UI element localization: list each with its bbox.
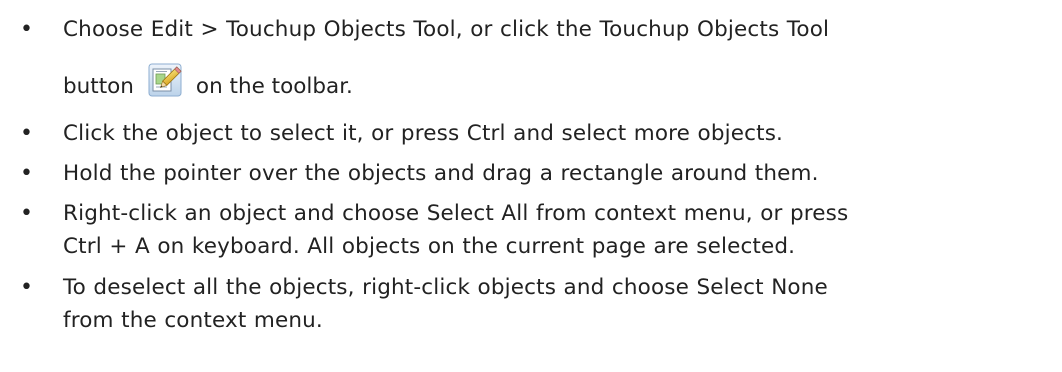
list-item-line: from the context menu.	[63, 308, 323, 333]
list-item-line: Right-click an object and choose Select …	[63, 201, 849, 226]
list-item-text: Click the object to select it, or press …	[63, 117, 1053, 150]
list-item-line: Hold the pointer over the objects and dr…	[63, 161, 819, 186]
tool-line-suffix: on the toolbar.	[195, 74, 353, 99]
list-item-text: Hold the pointer over the objects and dr…	[63, 157, 1053, 190]
bullet: •	[20, 201, 33, 226]
tool-line-prefix: button	[63, 74, 134, 99]
list-item-line: Click the object to select it, or press …	[63, 121, 784, 146]
bullet: •	[20, 275, 33, 300]
bullet: •	[20, 121, 33, 146]
list-item-line: Choose Edit > Touchup Objects Tool, or c…	[63, 17, 830, 42]
list-item-text: Choose Edit > Touchup Objects Tool, or c…	[63, 13, 1053, 46]
bullet: •	[20, 161, 33, 186]
instruction-list: • Choose Edit > Touchup Objects Tool, or…	[0, 0, 1062, 372]
list-item-line: To deselect all the objects, right-click…	[63, 275, 828, 300]
list-item-text: To deselect all the objects, right-click…	[63, 271, 1053, 337]
touchup-objects-tool-icon	[148, 63, 182, 97]
list-item-text: Right-click an object and choose Select …	[63, 197, 1053, 263]
list-item-line: Ctrl + A on keyboard. All objects on the…	[63, 234, 796, 259]
bullet: •	[20, 17, 33, 42]
toolbar-button-line: button on the toolbar.	[63, 63, 353, 107]
